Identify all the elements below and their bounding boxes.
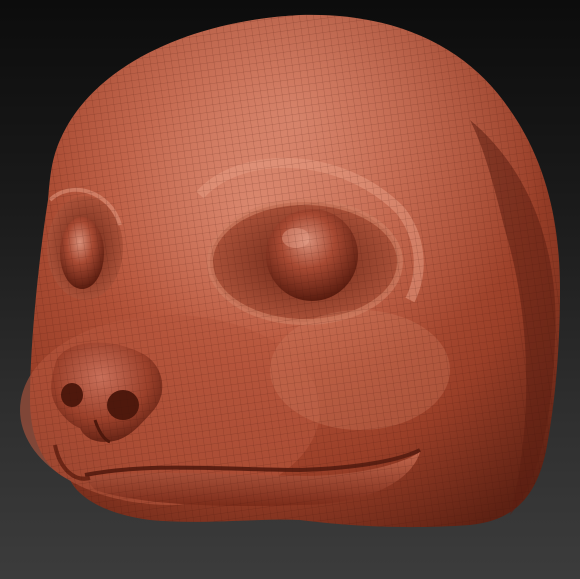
head-render xyxy=(20,14,560,528)
sculpt-viewport[interactable] xyxy=(0,0,580,579)
wireframe-overlay xyxy=(30,14,560,528)
